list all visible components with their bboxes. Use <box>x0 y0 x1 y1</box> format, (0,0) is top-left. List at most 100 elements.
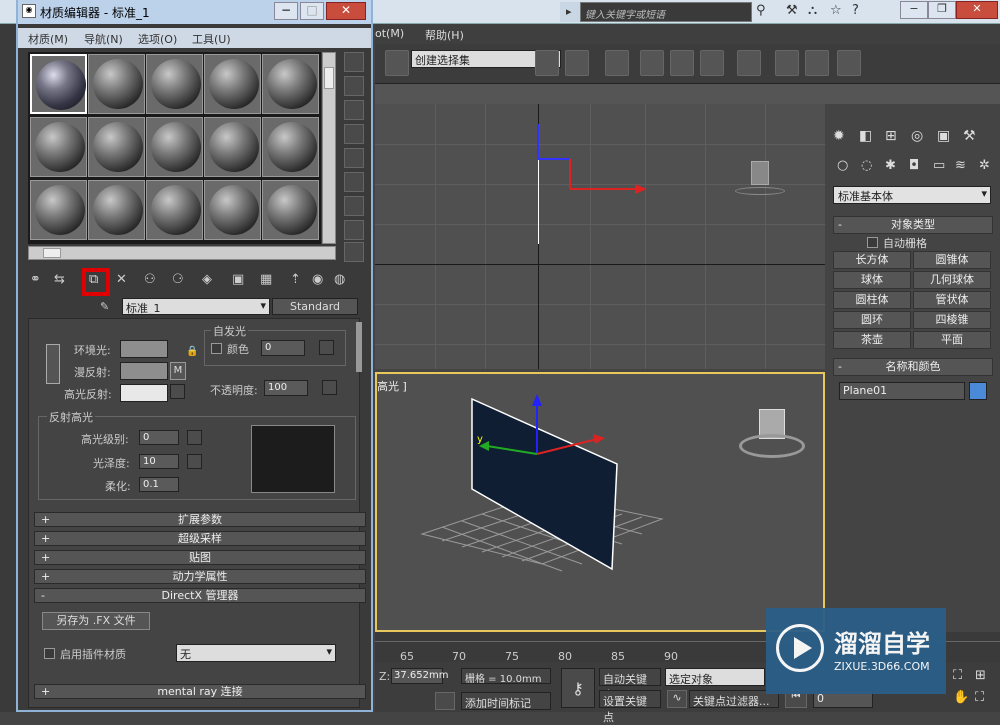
directx-rollout[interactable]: - DirectX 管理器 <box>34 588 366 603</box>
minimize-button[interactable]: − <box>900 1 928 19</box>
video-color-check-icon[interactable] <box>344 148 364 168</box>
network-icon[interactable]: ⛬ <box>808 3 824 19</box>
pyramid-button[interactable]: 四棱锥 <box>913 311 991 329</box>
cone-button[interactable]: 圆锥体 <box>913 251 991 269</box>
torus-button[interactable]: 圆环 <box>833 311 911 329</box>
plane-button[interactable]: 平面 <box>913 331 991 349</box>
sample-slot[interactable] <box>204 180 261 240</box>
material-type-button[interactable]: Standard <box>272 298 358 315</box>
edit-named-selection-icon[interactable] <box>385 50 409 76</box>
self-illum-value[interactable]: 0 <box>261 340 305 356</box>
sample-slot[interactable] <box>30 180 87 240</box>
motion-tab-icon[interactable]: ◎ <box>911 128 923 144</box>
maps-rollout[interactable]: + 贴图 <box>34 550 366 565</box>
go-forward-sibling-icon[interactable]: ◉ <box>312 272 332 292</box>
make-preview-icon[interactable] <box>344 172 364 192</box>
sample-slot[interactable] <box>204 54 261 114</box>
sample-slot[interactable] <box>88 180 145 240</box>
sample-type-icon[interactable] <box>344 52 364 72</box>
material-name-dropdown[interactable]: 标准_1 ▾ <box>122 298 270 315</box>
auto-grid-checkbox[interactable] <box>867 237 878 248</box>
extended-params-rollout[interactable]: + 扩展参数 <box>34 512 366 527</box>
sample-slot[interactable] <box>146 117 203 177</box>
soften-field[interactable]: 0.1 <box>139 477 179 492</box>
create-tab-icon[interactable]: ✹ <box>833 128 845 144</box>
cameras-icon[interactable]: ◘ <box>909 158 919 173</box>
viewcube-icon[interactable] <box>737 404 807 464</box>
dynamics-rollout[interactable]: + 动力学属性 <box>34 569 366 584</box>
ambient-swatch[interactable] <box>120 340 168 358</box>
shapes-icon[interactable]: ◌ <box>861 158 872 173</box>
parameters-scrollbar[interactable] <box>356 322 362 372</box>
menu-navigation[interactable]: 导航(N) <box>84 31 123 47</box>
self-illum-map-button[interactable] <box>319 340 334 355</box>
object-type-rollout[interactable]: - 对象类型 <box>833 216 993 234</box>
go-to-parent-icon[interactable]: ⇡ <box>290 272 310 292</box>
sample-slot[interactable] <box>262 117 319 177</box>
box-button[interactable]: 长方体 <box>833 251 911 269</box>
viewport-label[interactable]: 高光 ] <box>377 378 407 394</box>
zoom-extents-icon[interactable]: ⛶ <box>953 668 973 686</box>
cylinder-button[interactable]: 圆柱体 <box>833 291 911 309</box>
hierarchy-tab-icon[interactable]: ⊞ <box>885 128 897 144</box>
mental-ray-rollout[interactable]: + mental ray 连接 <box>34 684 366 699</box>
schematic-icon[interactable] <box>700 50 724 76</box>
menu-help[interactable]: 帮助(H) <box>425 27 464 43</box>
material-map-navigator-icon[interactable] <box>344 242 364 262</box>
modify-tab-icon[interactable]: ◧ <box>859 128 872 144</box>
binoculars-icon[interactable]: ⚲ <box>756 3 772 19</box>
viewport-top[interactable] <box>375 104 825 369</box>
maximize-button[interactable]: □ <box>300 2 324 20</box>
show-end-result-icon[interactable]: ▦ <box>260 272 280 292</box>
pick-from-object-icon[interactable]: ◍ <box>334 272 354 292</box>
set-key-button[interactable]: 设置关键点 <box>599 690 661 724</box>
get-material-icon[interactable]: ⚭ <box>30 272 50 292</box>
background-icon[interactable] <box>344 100 364 120</box>
ambient-lock-icon[interactable] <box>46 344 60 384</box>
opacity-field[interactable]: 100 <box>264 380 308 396</box>
restore-button[interactable]: ❐ <box>928 1 956 19</box>
sample-slot[interactable] <box>262 180 319 240</box>
menu-partial[interactable]: ot(M) <box>375 27 404 40</box>
render-icon[interactable] <box>837 50 861 76</box>
spacewarps-icon[interactable]: ≋ <box>955 158 966 173</box>
select-by-material-icon[interactable] <box>344 220 364 240</box>
geosphere-button[interactable]: 几何球体 <box>913 271 991 289</box>
star-icon[interactable]: ☆ <box>830 3 846 19</box>
put-to-library-icon[interactable]: ⚆ <box>172 272 192 292</box>
systems-icon[interactable]: ✲ <box>979 158 990 173</box>
menu-utilities[interactable]: 工具(U) <box>192 31 231 47</box>
material-editor-icon[interactable] <box>737 50 761 76</box>
add-time-tag[interactable]: 添加时间标记 <box>461 692 551 710</box>
sample-slot[interactable] <box>30 54 87 114</box>
specular-level-map-button[interactable] <box>187 430 202 445</box>
render-setup-icon[interactable] <box>775 50 799 76</box>
chevron-right-icon[interactable]: ▸ <box>560 2 580 22</box>
pan-icon[interactable]: ✋ <box>953 690 973 708</box>
geometry-icon[interactable]: ○ <box>837 158 848 173</box>
key-icon[interactable]: ⚷ <box>561 668 595 708</box>
object-name-input[interactable]: Plane01 <box>839 382 965 400</box>
slots-vertical-scrollbar[interactable] <box>322 52 336 244</box>
maximize-viewport-icon[interactable]: ⛶ <box>975 690 995 708</box>
time-tag-icon[interactable] <box>435 692 455 710</box>
sample-slot[interactable] <box>262 54 319 114</box>
material-id-channel-icon[interactable]: ◈ <box>202 272 222 292</box>
rendered-frame-icon[interactable] <box>805 50 829 76</box>
plugin-material-dropdown[interactable]: 无 ▾ <box>176 644 336 662</box>
diffuse-swatch[interactable] <box>120 362 168 380</box>
sample-slot[interactable] <box>146 180 203 240</box>
teapot-button[interactable]: 茶壶 <box>833 331 911 349</box>
viewport-perspective[interactable]: 高光 ] y <box>375 372 825 632</box>
helpers-icon[interactable]: ▭ <box>933 158 945 173</box>
specular-map-button[interactable] <box>170 384 185 399</box>
glossiness-field[interactable]: 10 <box>139 454 179 469</box>
color-checkbox[interactable] <box>211 343 222 354</box>
category-dropdown[interactable]: 标准基本体 ▾ <box>833 186 991 204</box>
options-icon[interactable] <box>344 196 364 216</box>
sample-slot[interactable] <box>88 54 145 114</box>
auto-key-button[interactable]: 自动关键点 <box>599 668 661 702</box>
specular-level-field[interactable]: 0 <box>139 430 179 445</box>
diffuse-map-button[interactable]: M <box>170 362 186 380</box>
uv-tiling-icon[interactable] <box>344 124 364 144</box>
